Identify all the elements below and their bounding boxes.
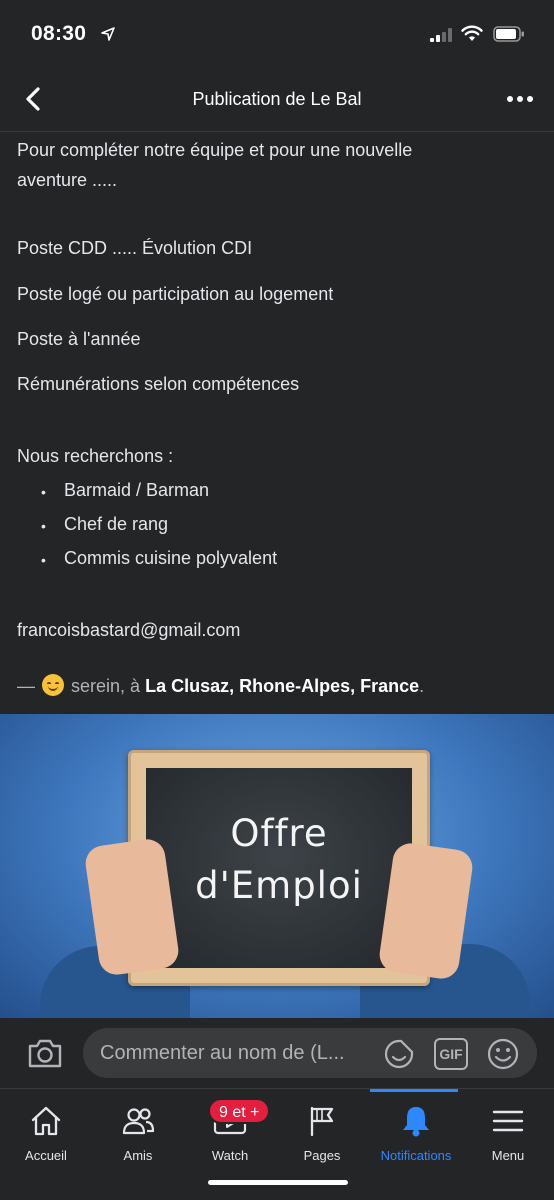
post-image[interactable]: Offre d'Emploi bbox=[0, 714, 554, 1018]
watch-badge: 9 et + bbox=[208, 1098, 271, 1124]
header-divider bbox=[0, 131, 554, 132]
cellular-signal-icon bbox=[430, 28, 452, 42]
position-item: Barmaid / Barman bbox=[64, 480, 210, 500]
sticker-icon[interactable] bbox=[383, 1038, 415, 1070]
chalkboard-surface: Offre d'Emploi bbox=[146, 768, 412, 968]
post-header: Publication de Le Bal bbox=[0, 66, 554, 132]
gif-button[interactable]: GIF bbox=[434, 1038, 468, 1070]
home-icon bbox=[31, 1106, 61, 1136]
post-line: Poste logé ou participation au logement bbox=[17, 284, 334, 304]
bullet-point: • bbox=[41, 518, 46, 534]
location-arrow-icon bbox=[101, 27, 115, 41]
camera-button[interactable] bbox=[26, 1036, 64, 1070]
nav-item-amis[interactable]: Amis bbox=[92, 1089, 184, 1200]
position-item: Chef de rang bbox=[64, 514, 169, 534]
home-indicator[interactable] bbox=[208, 1180, 348, 1185]
post-line: Poste CDD ..... Évolution CDI bbox=[17, 238, 253, 258]
smiling-face-icon bbox=[42, 674, 65, 696]
bullet-point: • bbox=[41, 484, 46, 500]
more-options-button[interactable] bbox=[503, 84, 537, 114]
nav-item-notifications[interactable]: Notifications bbox=[370, 1089, 462, 1200]
comment-input[interactable]: Commenter au nom de (L... GIF bbox=[83, 1028, 537, 1078]
wifi-icon bbox=[461, 25, 483, 41]
hamburger-icon bbox=[492, 1110, 524, 1132]
nav-label: Watch bbox=[211, 1148, 249, 1163]
feeling-dash: — bbox=[17, 676, 35, 696]
active-tab-indicator bbox=[370, 1089, 458, 1092]
nav-label: Pages bbox=[303, 1148, 341, 1163]
page-title: Publication de Le Bal bbox=[192, 89, 362, 109]
battery-icon bbox=[493, 26, 524, 42]
status-time: 08:30 bbox=[31, 22, 87, 45]
comment-bar: Commenter au nom de (L... GIF bbox=[0, 1018, 554, 1088]
status-bar: 08:30 bbox=[0, 0, 554, 66]
board-text-line-1: Offre bbox=[230, 812, 328, 855]
contact-email[interactable]: francoisbastard@gmail.com bbox=[17, 616, 240, 644]
nav-label: Amis bbox=[123, 1148, 153, 1163]
feeling-period: . bbox=[419, 676, 425, 696]
search-heading: Nous recherchons : bbox=[17, 446, 174, 466]
comment-placeholder: Commenter au nom de (L... bbox=[100, 1042, 345, 1064]
bell-icon bbox=[403, 1107, 429, 1137]
board-text-line-2: d'Emploi bbox=[195, 864, 363, 907]
position-item: Commis cuisine polyvalent bbox=[64, 548, 278, 568]
nav-label: Accueil bbox=[25, 1148, 67, 1163]
feeling-text: serein, à bbox=[71, 676, 141, 696]
post-intro-line-1: Pour compléter notre équipe et pour une … bbox=[17, 140, 413, 160]
feeling-line: — serein, à La Clusaz, Rhone-Alpes, Fran… bbox=[17, 672, 424, 700]
location-link[interactable]: La Clusaz, Rhone-Alpes, France bbox=[145, 676, 419, 696]
flag-icon bbox=[310, 1106, 334, 1137]
nav-label: Menu bbox=[491, 1148, 525, 1163]
nav-label: Notifications bbox=[380, 1148, 452, 1163]
post-line: Rémunérations selon compétences bbox=[17, 374, 300, 394]
nav-item-menu[interactable]: Menu bbox=[462, 1089, 554, 1200]
nav-item-accueil[interactable]: Accueil bbox=[0, 1089, 92, 1200]
friends-icon bbox=[122, 1108, 155, 1135]
post-intro-line-2: aventure ..... bbox=[17, 170, 118, 190]
emoji-button[interactable] bbox=[486, 1037, 520, 1071]
post-line: Poste à l'année bbox=[17, 329, 141, 349]
bullet-point: • bbox=[41, 552, 46, 568]
